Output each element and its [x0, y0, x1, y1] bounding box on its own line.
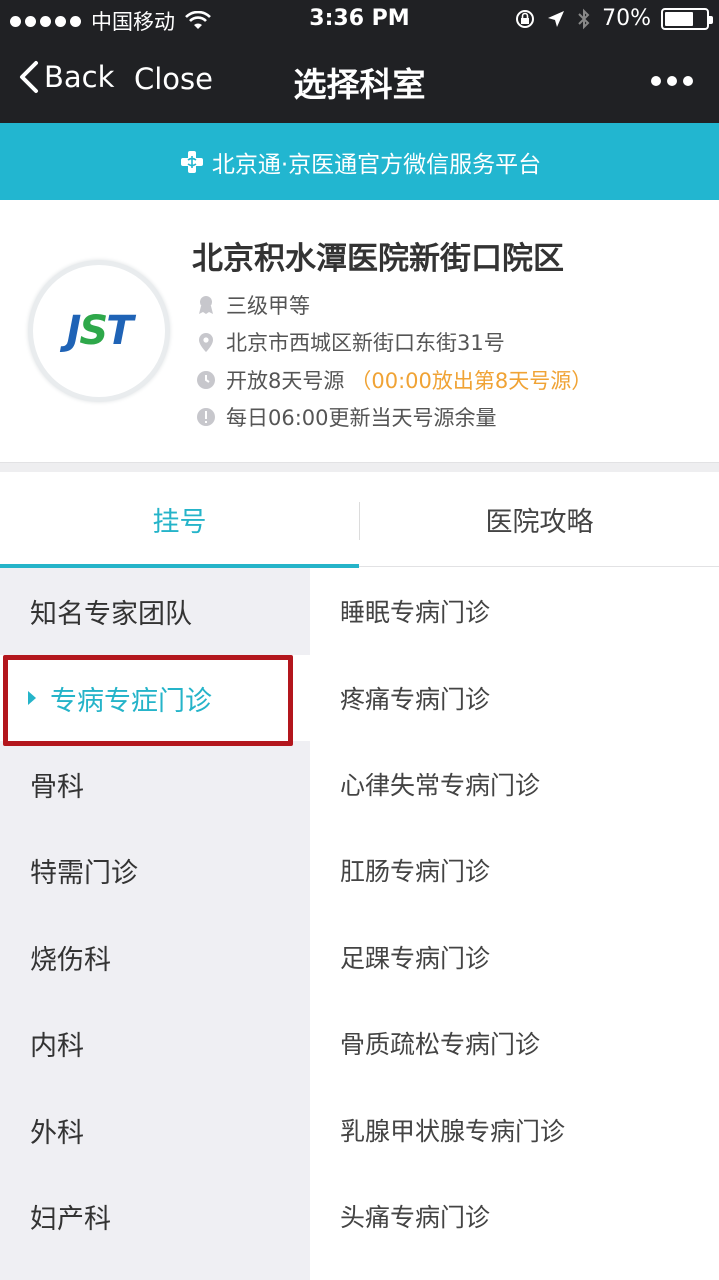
category-item[interactable]: 烧伤科 [0, 914, 310, 1000]
category-item[interactable]: 妇产科 [0, 1173, 310, 1259]
hospital-logo: JST [33, 265, 165, 397]
hospital-open-days-row: 开放8天号源 （00:00放出第8天号源） [195, 365, 592, 395]
bluetooth-icon [578, 8, 590, 29]
rotation-lock-icon [516, 9, 535, 28]
category-item[interactable]: 内科 [0, 1000, 310, 1086]
hospital-address-row: 北京市西城区新街口东街31号 [195, 327, 505, 357]
category-label: 烧伤科 [30, 944, 111, 976]
location-pin-icon [199, 333, 213, 352]
tab-registration[interactable]: 挂号 [0, 472, 359, 568]
tab-hospital-guide[interactable]: 医院攻略 [360, 472, 719, 567]
hospital-update-row: 每日06:00更新当天号源余量 [195, 402, 497, 432]
category-label: 知名专家团队 [30, 598, 192, 630]
hospital-logo-mark: JST [66, 308, 134, 354]
selection-highlight-box [3, 655, 293, 746]
navigation-bar: Back Close 选择科室 [0, 40, 719, 123]
category-item[interactable]: 特需门诊 [0, 827, 310, 913]
open-days-note: （00:00放出第8天号源） [350, 369, 593, 393]
department-item[interactable]: 肛肠专病门诊 [310, 827, 719, 913]
category-label: 内科 [30, 1030, 84, 1062]
category-label: 特需门诊 [30, 857, 138, 889]
category-item[interactable]: 知名专家团队 [0, 568, 310, 654]
department-item[interactable]: 心律失常专病门诊 [310, 741, 719, 827]
more-options-button[interactable] [651, 76, 693, 86]
award-icon [199, 296, 213, 314]
page-title: 选择科室 [293, 65, 426, 104]
department-item[interactable]: 头痛专病门诊 [310, 1173, 719, 1259]
category-label: 外科 [30, 1117, 84, 1149]
info-icon [197, 408, 215, 426]
category-label: 骨科 [30, 771, 84, 803]
hospital-name: 北京积水潭医院新街口院区 [192, 241, 564, 277]
more-dot-icon [683, 76, 693, 86]
hospital-level: 三级甲等 [226, 294, 310, 318]
department-item[interactable]: 骨质疏松专病门诊 [310, 1000, 719, 1086]
location-arrow-icon [548, 10, 565, 27]
hospital-open-days: 开放8天号源 [226, 369, 345, 393]
more-dot-icon [667, 76, 677, 86]
hospital-address: 北京市西城区新街口东街31号 [226, 331, 505, 355]
department-item[interactable]: 睡眠专病门诊 [310, 568, 719, 654]
department-item[interactable]: 乳腺甲状腺专病门诊 [310, 1087, 719, 1173]
hospital-update-info: 每日06:00更新当天号源余量 [226, 406, 497, 430]
medical-cross-icon [180, 150, 203, 173]
battery-icon [661, 7, 713, 30]
section-separator [0, 462, 719, 472]
category-label: 妇产科 [30, 1203, 111, 1235]
service-banner: 北京通·京医通官方微信服务平台 [0, 123, 719, 200]
battery-fill [665, 11, 693, 26]
hospital-level-row: 三级甲等 [195, 290, 310, 320]
category-item[interactable]: 外科 [0, 1087, 310, 1173]
department-item[interactable]: 足踝专病门诊 [310, 914, 719, 1000]
more-dot-icon [651, 76, 661, 86]
banner-text: 北京通·京医通官方微信服务平台 [211, 151, 542, 178]
category-item[interactable]: 骨科 [0, 741, 310, 827]
department-item[interactable]: 疼痛专病门诊 [310, 655, 719, 741]
hospital-card: JST 北京积水潭医院新街口院区 三级甲等 北京市西城区新街口东街31号 开放8… [0, 200, 719, 462]
tab-bar: 挂号 医院攻略 [0, 472, 719, 568]
battery-percent: 70% [602, 6, 651, 31]
status-bar: 中国移动 3:36 PM 70% [0, 0, 719, 40]
clock-icon [197, 371, 215, 389]
status-right: 70% [514, 6, 713, 31]
